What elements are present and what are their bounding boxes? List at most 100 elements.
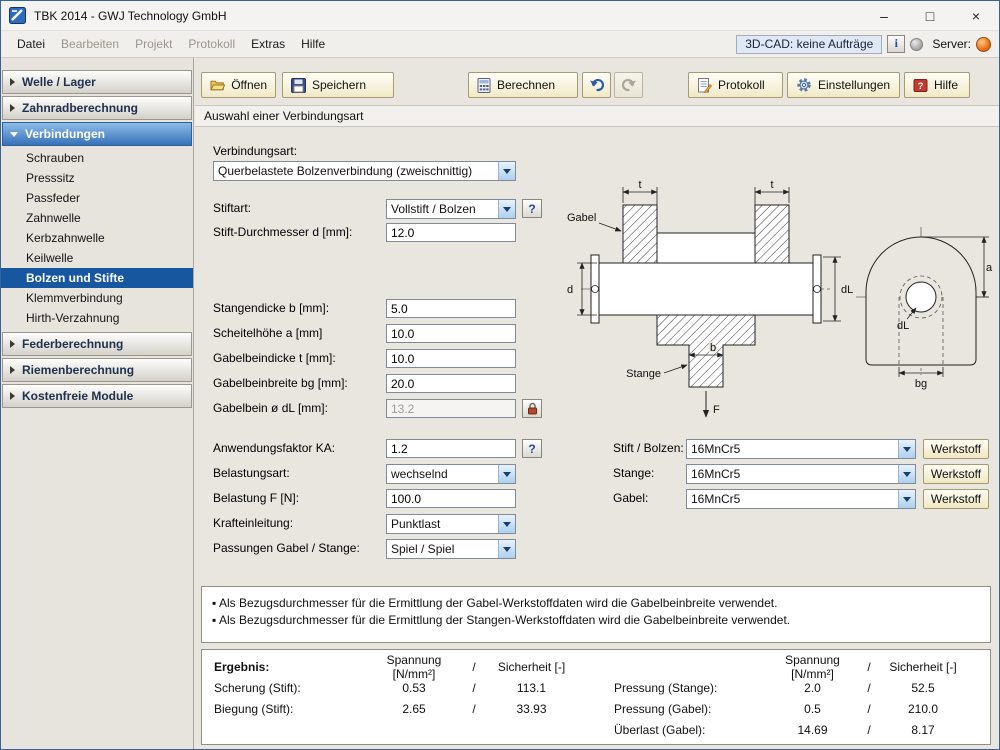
gear-icon — [797, 78, 811, 92]
result-row-label: Pressung (Gabel): — [614, 701, 712, 716]
svg-text:?: ? — [918, 81, 924, 92]
menu-protokoll: Protokoll — [188, 37, 236, 51]
sidebar-item-klemmverbindung[interactable]: Klemmverbindung — [1, 288, 193, 308]
undo-icon — [589, 78, 604, 92]
sidebar-section-riemenberechnung[interactable]: Riemenberechnung — [2, 358, 192, 382]
stangendicke-label: Stangendicke b [mm]: — [213, 301, 330, 315]
chevron-down-icon — [498, 162, 515, 180]
results-box: Ergebnis: Spannung [N/mm²] / Sicherheit … — [201, 649, 991, 745]
undo-button[interactable] — [582, 72, 611, 98]
chevron-down-icon — [498, 515, 515, 533]
werkstoff-gabel-button[interactable]: Werkstoff — [923, 489, 989, 509]
sidebar-item-presssitz[interactable]: Presssitz — [1, 168, 193, 188]
sidebar-section-zahnradberechnung[interactable]: Zahnradberechnung — [2, 96, 192, 120]
info-button[interactable]: i — [887, 35, 906, 53]
chevron-down-icon — [10, 131, 18, 137]
col-sicherheit: Sicherheit [-] — [497, 659, 566, 674]
open-button[interactable]: Öffnen — [201, 72, 276, 98]
passungen-select[interactable]: Spiel / Spiel — [386, 539, 516, 559]
dim-a: a — [986, 262, 993, 274]
krafteinleitung-select[interactable]: Punktlast — [386, 514, 516, 534]
results-left: Ergebnis: Spannung [N/mm²] / Sicherheit … — [214, 653, 579, 719]
window-title: TBK 2014 - GWJ Technology GmbH — [34, 8, 227, 23]
stift-durchmesser-label: Stift-Durchmesser d [mm]: — [213, 225, 353, 239]
help-book-icon: ? — [913, 78, 928, 92]
sidebar-item-hirth-verzahnung[interactable]: Hirth-Verzahnung — [1, 308, 193, 328]
results-right: Spannung [N/mm²] / Sicherheit [-] Pressu… — [614, 652, 967, 740]
server-status-led — [976, 36, 991, 52]
stift-durchmesser-input[interactable] — [386, 223, 516, 242]
menu-projekt: Projekt — [135, 37, 173, 51]
sidebar-section-federberechnung[interactable]: Federberechnung — [2, 332, 192, 356]
settings-button[interactable]: Einstellungen — [787, 72, 900, 98]
dim-dl: dL — [841, 284, 853, 296]
scheitelhoehe-input[interactable] — [386, 324, 516, 343]
protocol-button[interactable]: Protokoll — [688, 72, 783, 98]
stange-label: Stange — [626, 368, 661, 380]
stiftart-help-button[interactable]: ? — [522, 199, 542, 218]
calculate-button[interactable]: Berechnen — [468, 72, 578, 98]
material-stift-label: Stift / Bolzen: — [613, 441, 684, 455]
col-spannung: Spannung [N/mm²] — [785, 652, 840, 681]
help-button[interactable]: ? Hilfe — [904, 72, 970, 98]
note-line: ▪ Als Bezugsdurchmesser für die Ermittlu… — [212, 596, 778, 610]
sidebar-item-keilwelle[interactable]: Keilwelle — [1, 248, 193, 268]
redo-button — [614, 72, 643, 98]
technical-drawing: t t Gabel d dL b Stange F a dL bg — [567, 179, 993, 418]
menu-extras[interactable]: Extras — [243, 33, 293, 55]
menu-datei[interactable]: Datei — [9, 33, 53, 55]
stiftart-select[interactable]: Vollstift / Bolzen — [386, 199, 516, 219]
gabelbeinbreite-input[interactable] — [386, 374, 516, 393]
werkstoff-stift-button[interactable]: Werkstoff — [923, 439, 989, 459]
document-pencil-icon — [698, 77, 712, 93]
passungen-label: Passungen Gabel / Stange: — [213, 541, 360, 555]
close-button[interactable]: × — [953, 1, 999, 30]
result-row-label: Pressung (Stange): — [614, 680, 718, 695]
server-label: Server: — [932, 37, 971, 51]
redo-icon — [621, 78, 636, 92]
material-stange-select[interactable]: 16MnCr5 — [686, 464, 916, 484]
minimize-button[interactable]: – — [861, 1, 907, 30]
maximize-button[interactable]: □ — [907, 1, 953, 30]
belastungsart-select[interactable]: wechselnd — [386, 464, 516, 484]
save-button[interactable]: Speichern — [282, 72, 394, 98]
krafteinleitung-label: Krafteinleitung: — [213, 516, 294, 530]
sidebar-item-zahnwelle[interactable]: Zahnwelle — [1, 208, 193, 228]
menu-hilfe[interactable]: Hilfe — [293, 33, 333, 55]
verbindungen-item-list: Schrauben Presssitz Passfeder Zahnwelle … — [1, 148, 193, 328]
belastung-input[interactable] — [386, 489, 516, 508]
verbindungsart-select[interactable]: Querbelastete Bolzenverbindung (zweischn… — [213, 161, 516, 181]
material-stift-select[interactable]: 16MnCr5 — [686, 439, 916, 459]
dim-d: d — [567, 284, 573, 296]
sidebar-item-passfeder[interactable]: Passfeder — [1, 188, 193, 208]
sidebar-item-kerbzahnwelle[interactable]: Kerbzahnwelle — [1, 228, 193, 248]
gabelbeindicke-input[interactable] — [386, 349, 516, 368]
dim-t-left: t — [638, 179, 641, 191]
gabelbein-dl-lock-button[interactable] — [522, 399, 542, 418]
sidebar-section-welle-lager[interactable]: Welle / Lager — [2, 70, 192, 94]
chevron-right-icon — [10, 366, 15, 374]
app-logo-icon — [9, 7, 26, 24]
chevron-down-icon — [498, 465, 515, 483]
folder-icon — [210, 80, 226, 91]
results-title: Ergebnis: — [214, 659, 270, 674]
belastungsart-label: Belastungsart: — [213, 466, 290, 480]
chevron-down-icon — [898, 440, 915, 458]
result-row-label: Überlast (Gabel): — [614, 722, 706, 737]
material-gabel-select[interactable]: 16MnCr5 — [686, 489, 916, 509]
stangendicke-input[interactable] — [386, 299, 516, 318]
chevron-right-icon — [10, 78, 15, 86]
cad-status: 3D-CAD: keine Aufträge — [736, 34, 883, 54]
sidebar-item-schrauben[interactable]: Schrauben — [1, 148, 193, 168]
titlebar: TBK 2014 - GWJ Technology GmbH – □ × — [1, 1, 999, 31]
sidebar-section-verbindungen[interactable]: Verbindungen — [2, 122, 192, 146]
sidebar-section-kostenfreie-module[interactable]: Kostenfreie Module — [2, 384, 192, 408]
sidebar-item-bolzen-und-stifte[interactable]: Bolzen und Stifte — [1, 268, 193, 288]
chevron-down-icon — [498, 540, 515, 558]
anwendungsfaktor-help-button[interactable]: ? — [522, 439, 542, 458]
anwendungsfaktor-input[interactable] — [386, 439, 516, 458]
chevron-down-icon — [898, 490, 915, 508]
werkstoff-stange-button[interactable]: Werkstoff — [923, 464, 989, 484]
belastung-label: Belastung F [N]: — [213, 491, 300, 505]
chevron-down-icon — [898, 465, 915, 483]
